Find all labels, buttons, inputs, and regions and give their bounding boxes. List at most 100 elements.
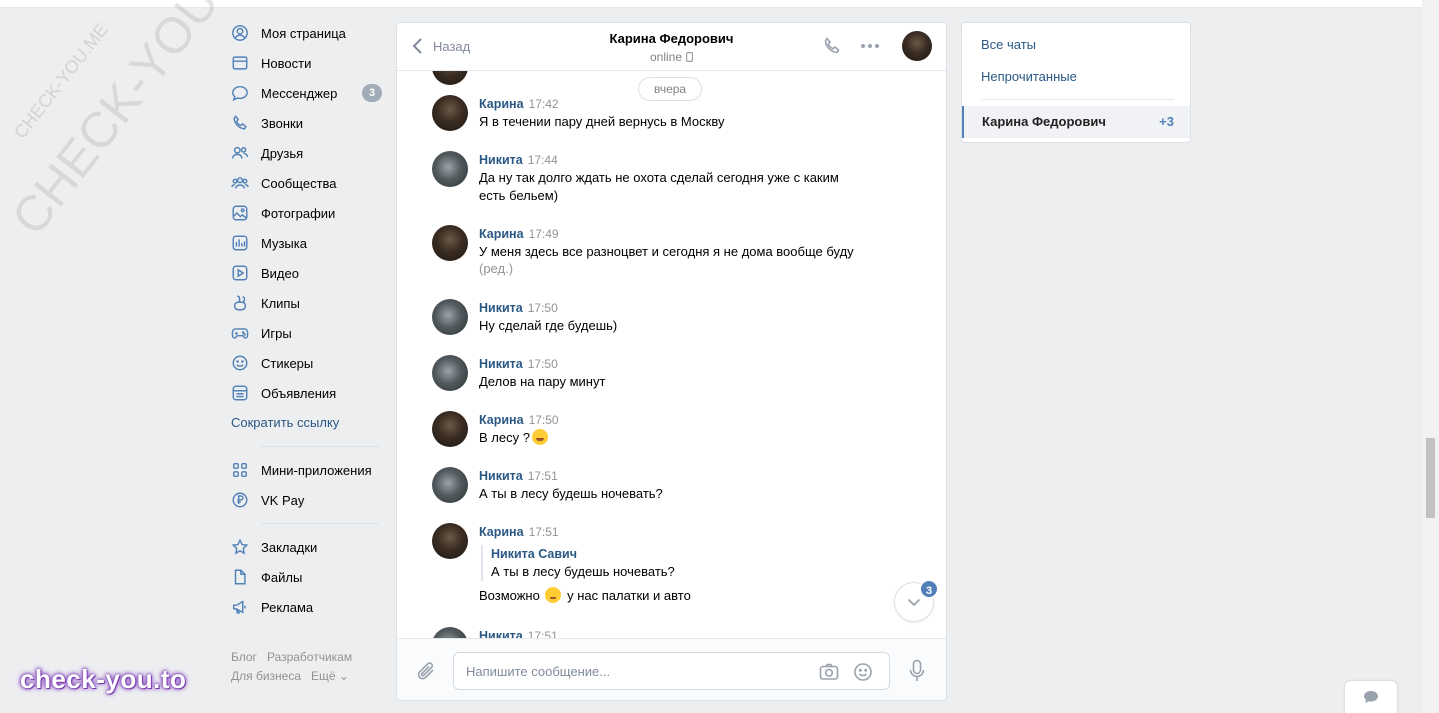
peer-name[interactable]: Карина Федорович (610, 31, 734, 46)
nav-item-vk-pay[interactable]: VK Pay (230, 485, 390, 515)
message-time: 17:50 (527, 301, 558, 315)
scrollbar-thumb[interactable] (1426, 438, 1435, 518)
message-author[interactable]: Никита (479, 301, 523, 315)
nav-item-label: Игры (261, 325, 292, 341)
message-item[interactable]: Карина 17:50 В лесу ? (432, 411, 872, 447)
nav-item-label: Стикеры (261, 355, 314, 371)
nav-item-label: Звонки (261, 115, 303, 131)
smile-icon (854, 663, 872, 681)
avatar[interactable] (432, 523, 468, 559)
message-composer (397, 638, 946, 700)
laughing-emoji-icon (531, 429, 548, 445)
classifieds-icon (230, 383, 250, 403)
message-item[interactable]: Никита 17:50 Делов на пару минут (432, 355, 872, 391)
message-text: У меня здесь все разноцвет и сегодня я н… (479, 244, 854, 259)
message-edited-label: (ред.) (479, 261, 514, 276)
all-chats-link[interactable]: Все чаты (981, 37, 1036, 52)
message-list[interactable]: вчера Карина 17:42 Я в течении пару дней … (397, 71, 946, 638)
message-time: 17:42 (528, 97, 559, 111)
nav-item-bookmarks[interactable]: Закладки (230, 532, 390, 562)
newspaper-icon (230, 53, 250, 73)
message-time: 17:51 (527, 469, 558, 483)
message-item[interactable]: Никита 17:50 Ну сделай где будешь) (432, 299, 872, 335)
avatar[interactable] (432, 151, 468, 187)
avatar[interactable] (432, 299, 468, 335)
message-author[interactable]: Никита (479, 357, 523, 371)
reply-quote[interactable]: Никита Савич А ты в лесу будешь ночевать… (481, 545, 872, 581)
message-author[interactable]: Никита (479, 469, 523, 483)
grid-icon (230, 460, 250, 480)
footer-business-link[interactable]: Для бизнеса (231, 667, 301, 686)
messenger-unread-badge: 3 (362, 84, 382, 102)
nav-item-photos[interactable]: Фотографии (230, 198, 390, 228)
message-author[interactable]: Карина (479, 525, 524, 539)
emoji-button[interactable] (852, 661, 874, 683)
camera-button[interactable] (818, 661, 840, 683)
clips-icon (230, 293, 250, 313)
nav-item-my-page[interactable]: Моя страница (230, 18, 390, 48)
nav-item-stickers[interactable]: Стикеры (230, 348, 390, 378)
message-item[interactable]: Карина 17:49 У меня здесь все разноцвет и… (432, 225, 872, 276)
call-button[interactable] (820, 31, 844, 61)
message-author[interactable]: Карина (479, 413, 524, 427)
avatar[interactable] (432, 95, 468, 131)
shorten-link[interactable]: Сократить ссылку (231, 408, 390, 438)
message-text: А ты в лесу будешь ночевать? (479, 486, 663, 501)
mini-chat-button[interactable] (1345, 681, 1397, 713)
avatar[interactable] (432, 627, 468, 638)
nav-item-label: Закладки (261, 539, 318, 555)
active-chat-item[interactable]: Карина Федорович +3 (962, 106, 1190, 138)
communities-icon (230, 173, 250, 193)
avatar[interactable] (432, 411, 468, 447)
nav-item-files[interactable]: Файлы (230, 562, 390, 592)
chevron-down-icon (907, 598, 921, 606)
unread-chats-link[interactable]: Непрочитанные (981, 69, 1077, 84)
left-nav: Моя страница Новости Мессенджер 3 Звонки… (230, 18, 390, 622)
active-chat-count: +3 (1159, 114, 1174, 129)
nav-item-mini-apps[interactable]: Мини-приложения (230, 455, 390, 485)
nav-item-news[interactable]: Новости (230, 48, 390, 78)
message-item[interactable]: Карина 17:51 Никита Савич А ты в лесу буд… (432, 523, 872, 605)
message-item[interactable]: Никита 17:51 А ты в лесу будешь ночевать? (432, 467, 872, 503)
message-author[interactable]: Карина (479, 97, 524, 111)
video-icon (230, 263, 250, 283)
nav-item-clips[interactable]: Клипы (230, 288, 390, 318)
avatar[interactable] (432, 225, 468, 261)
peer-avatar[interactable] (902, 31, 932, 61)
message-text: Я в течении пару дней вернусь в Москву (479, 114, 725, 129)
nav-item-label: Клипы (261, 295, 300, 311)
nav-item-classifieds[interactable]: Объявления (230, 378, 390, 408)
nav-item-video[interactable]: Видео (230, 258, 390, 288)
nav-item-label: Мини-приложения (261, 462, 372, 478)
footer-blog-link[interactable]: Блог (231, 648, 257, 667)
watermark-small-text: CHECK-YOU.ME (10, 19, 112, 143)
footer-more-link[interactable]: Ещё ⌄ (311, 667, 349, 686)
message-author[interactable]: Никита (479, 629, 523, 638)
attach-button[interactable] (415, 659, 437, 686)
panel-divider (981, 99, 1174, 100)
voice-message-button[interactable] (907, 659, 927, 686)
message-time: 17:49 (528, 227, 559, 241)
nav-item-friends[interactable]: Друзья (230, 138, 390, 168)
message-item[interactable]: Никита 17:51 (432, 627, 872, 638)
header-actions (820, 31, 932, 61)
phone-icon (230, 113, 250, 133)
nav-item-music[interactable]: Музыка (230, 228, 390, 258)
avatar[interactable] (432, 467, 468, 503)
avatar[interactable] (432, 355, 468, 391)
message-author[interactable]: Карина (479, 227, 524, 241)
footer-developers-link[interactable]: Разработчикам (267, 648, 352, 667)
message-input[interactable] (466, 662, 806, 680)
more-actions-button[interactable] (858, 31, 882, 61)
message-author[interactable]: Никита (479, 153, 523, 167)
chat-panel: Назад Карина Федорович online вчера Кари… (396, 22, 947, 701)
nav-item-ads[interactable]: Реклама (230, 592, 390, 622)
nav-item-calls[interactable]: Звонки (230, 108, 390, 138)
page-scrollbar[interactable] (1422, 0, 1439, 713)
nav-item-communities[interactable]: Сообщества (230, 168, 390, 198)
message-time: 17:50 (527, 357, 558, 371)
nav-item-games[interactable]: Игры (230, 318, 390, 348)
nav-item-label: Музыка (261, 235, 307, 251)
message-item[interactable]: Никита 17:44 Да ну так долго ждать не охо… (432, 151, 872, 205)
nav-item-messenger[interactable]: Мессенджер 3 (230, 78, 390, 108)
